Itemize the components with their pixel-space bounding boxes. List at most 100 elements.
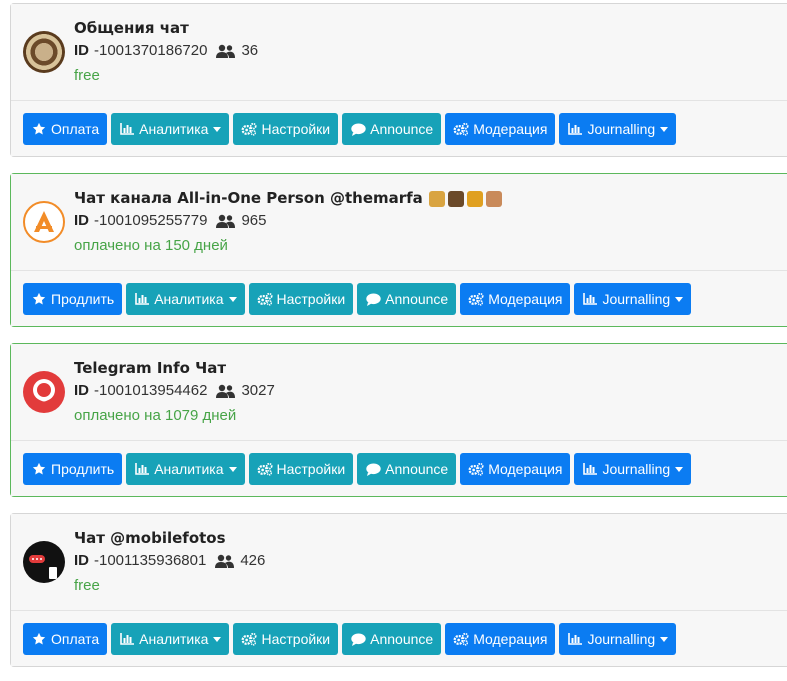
chat-card: Чат @mobilefotos ID -1001135936801 426 f… bbox=[10, 513, 787, 667]
chevron-down-icon bbox=[660, 126, 669, 132]
cogs-icon bbox=[453, 122, 469, 136]
chat-title: Общения чат bbox=[74, 19, 189, 37]
bar-chart-icon bbox=[119, 122, 135, 136]
comment-icon bbox=[365, 462, 381, 476]
users-icon bbox=[215, 554, 235, 568]
chat-card-header: Чат канала All-in-One Person @themarfa I… bbox=[11, 174, 787, 271]
chat-card: Общения чат ID -1001370186720 36 free Оп… bbox=[10, 3, 787, 157]
chat-title: Чат @mobilefotos bbox=[74, 529, 226, 547]
settings-button[interactable]: Настройки bbox=[248, 283, 354, 315]
member-count: 965 bbox=[241, 212, 267, 229]
announce-button[interactable]: Announce bbox=[357, 453, 457, 485]
analytics-dropdown[interactable]: Аналитика bbox=[111, 623, 230, 655]
id-label: ID bbox=[74, 552, 89, 569]
chat-id-line: ID -1001095255779 965 bbox=[74, 212, 266, 229]
moderation-button[interactable]: Модерация bbox=[445, 623, 556, 655]
chat-card-actions: Продлить Аналитика Настройки Announce Мо… bbox=[11, 271, 787, 326]
member-count: 36 bbox=[241, 42, 259, 59]
cogs-icon bbox=[453, 632, 469, 646]
analytics-dropdown[interactable]: Аналитика bbox=[126, 453, 245, 485]
logo-icon bbox=[29, 555, 57, 579]
chat-avatar bbox=[23, 371, 65, 413]
logo-icon bbox=[33, 379, 55, 402]
announce-button[interactable]: Announce bbox=[342, 113, 442, 145]
chat-card-actions: Оплата Аналитика Настройки Announce Моде… bbox=[11, 611, 787, 666]
chat-card: Чат канала All-in-One Person @themarfa I… bbox=[10, 173, 787, 327]
logo-icon bbox=[34, 211, 54, 232]
chat-card-header: Telegram Info Чат ID -1001013954462 3027… bbox=[11, 344, 787, 441]
announce-button[interactable]: Announce bbox=[342, 623, 442, 655]
chat-avatar bbox=[23, 31, 65, 73]
cogs-icon bbox=[257, 292, 273, 306]
star-icon bbox=[31, 292, 47, 306]
journalling-dropdown[interactable]: Journalling bbox=[574, 283, 692, 315]
id-label: ID bbox=[74, 212, 89, 229]
subscription-status: оплачено на 150 дней bbox=[74, 237, 228, 254]
comment-icon bbox=[350, 632, 366, 646]
cogs-icon bbox=[257, 462, 273, 476]
analytics-dropdown[interactable]: Аналитика bbox=[126, 283, 245, 315]
comment-icon bbox=[365, 292, 381, 306]
chat-title: Чат канала All-in-One Person @themarfa bbox=[74, 189, 502, 207]
chevron-down-icon bbox=[675, 466, 684, 472]
journalling-dropdown[interactable]: Journalling bbox=[559, 113, 677, 145]
chat-card-header: Чат @mobilefotos ID -1001135936801 426 f… bbox=[11, 514, 787, 611]
bar-chart-icon bbox=[134, 292, 150, 306]
star-icon bbox=[31, 122, 47, 136]
users-icon bbox=[216, 214, 236, 228]
chat-card: Telegram Info Чат ID -1001013954462 3027… bbox=[10, 343, 787, 497]
chat-id: -1001013954462 bbox=[94, 382, 208, 399]
chevron-down-icon bbox=[213, 636, 222, 642]
settings-button[interactable]: Настройки bbox=[233, 623, 339, 655]
chat-card-actions: Продлить Аналитика Настройки Announce Мо… bbox=[11, 441, 787, 496]
emoji-decoration bbox=[428, 190, 502, 207]
moderation-button[interactable]: Модерация bbox=[445, 113, 556, 145]
id-label: ID bbox=[74, 42, 89, 59]
cogs-icon bbox=[468, 462, 484, 476]
comment-icon bbox=[350, 122, 366, 136]
users-icon bbox=[216, 44, 236, 58]
bar-chart-icon bbox=[567, 122, 583, 136]
bar-chart-icon bbox=[582, 462, 598, 476]
bar-chart-icon bbox=[119, 632, 135, 646]
chat-id: -1001135936801 bbox=[94, 552, 207, 569]
chat-avatar bbox=[23, 541, 65, 583]
chat-card-actions: Оплата Аналитика Настройки Announce Моде… bbox=[11, 101, 787, 156]
moderation-button[interactable]: Модерация bbox=[460, 283, 571, 315]
member-count: 3027 bbox=[241, 382, 275, 399]
chat-title: Telegram Info Чат bbox=[74, 359, 227, 377]
users-icon bbox=[216, 384, 236, 398]
chevron-down-icon bbox=[660, 636, 669, 642]
chat-id-line: ID -1001370186720 36 bbox=[74, 42, 258, 59]
chat-id-line: ID -1001013954462 3027 bbox=[74, 382, 275, 399]
extend-button[interactable]: Продлить bbox=[23, 283, 123, 315]
chat-id: -1001370186720 bbox=[94, 42, 208, 59]
chat-card-header: Общения чат ID -1001370186720 36 free bbox=[11, 4, 787, 101]
settings-button[interactable]: Настройки bbox=[233, 113, 339, 145]
chevron-down-icon bbox=[213, 126, 222, 132]
bar-chart-icon bbox=[567, 632, 583, 646]
subscription-status: оплачено на 1079 дней bbox=[74, 407, 237, 424]
announce-button[interactable]: Announce bbox=[357, 283, 457, 315]
cogs-icon bbox=[468, 292, 484, 306]
cogs-icon bbox=[241, 632, 257, 646]
settings-button[interactable]: Настройки bbox=[248, 453, 354, 485]
chevron-down-icon bbox=[675, 296, 684, 302]
bar-chart-icon bbox=[134, 462, 150, 476]
star-icon bbox=[31, 632, 47, 646]
journalling-dropdown[interactable]: Journalling bbox=[574, 453, 692, 485]
subscription-status: free bbox=[74, 577, 100, 594]
star-icon bbox=[31, 462, 47, 476]
subscription-status: free bbox=[74, 67, 100, 84]
chat-id-line: ID -1001135936801 426 bbox=[74, 552, 265, 569]
member-count: 426 bbox=[240, 552, 266, 569]
id-label: ID bbox=[74, 382, 89, 399]
cogs-icon bbox=[241, 122, 257, 136]
pay-button[interactable]: Оплата bbox=[23, 113, 108, 145]
extend-button[interactable]: Продлить bbox=[23, 453, 123, 485]
journalling-dropdown[interactable]: Journalling bbox=[559, 623, 677, 655]
pay-button[interactable]: Оплата bbox=[23, 623, 108, 655]
moderation-button[interactable]: Модерация bbox=[460, 453, 571, 485]
analytics-dropdown[interactable]: Аналитика bbox=[111, 113, 230, 145]
chat-id: -1001095255779 bbox=[94, 212, 208, 229]
